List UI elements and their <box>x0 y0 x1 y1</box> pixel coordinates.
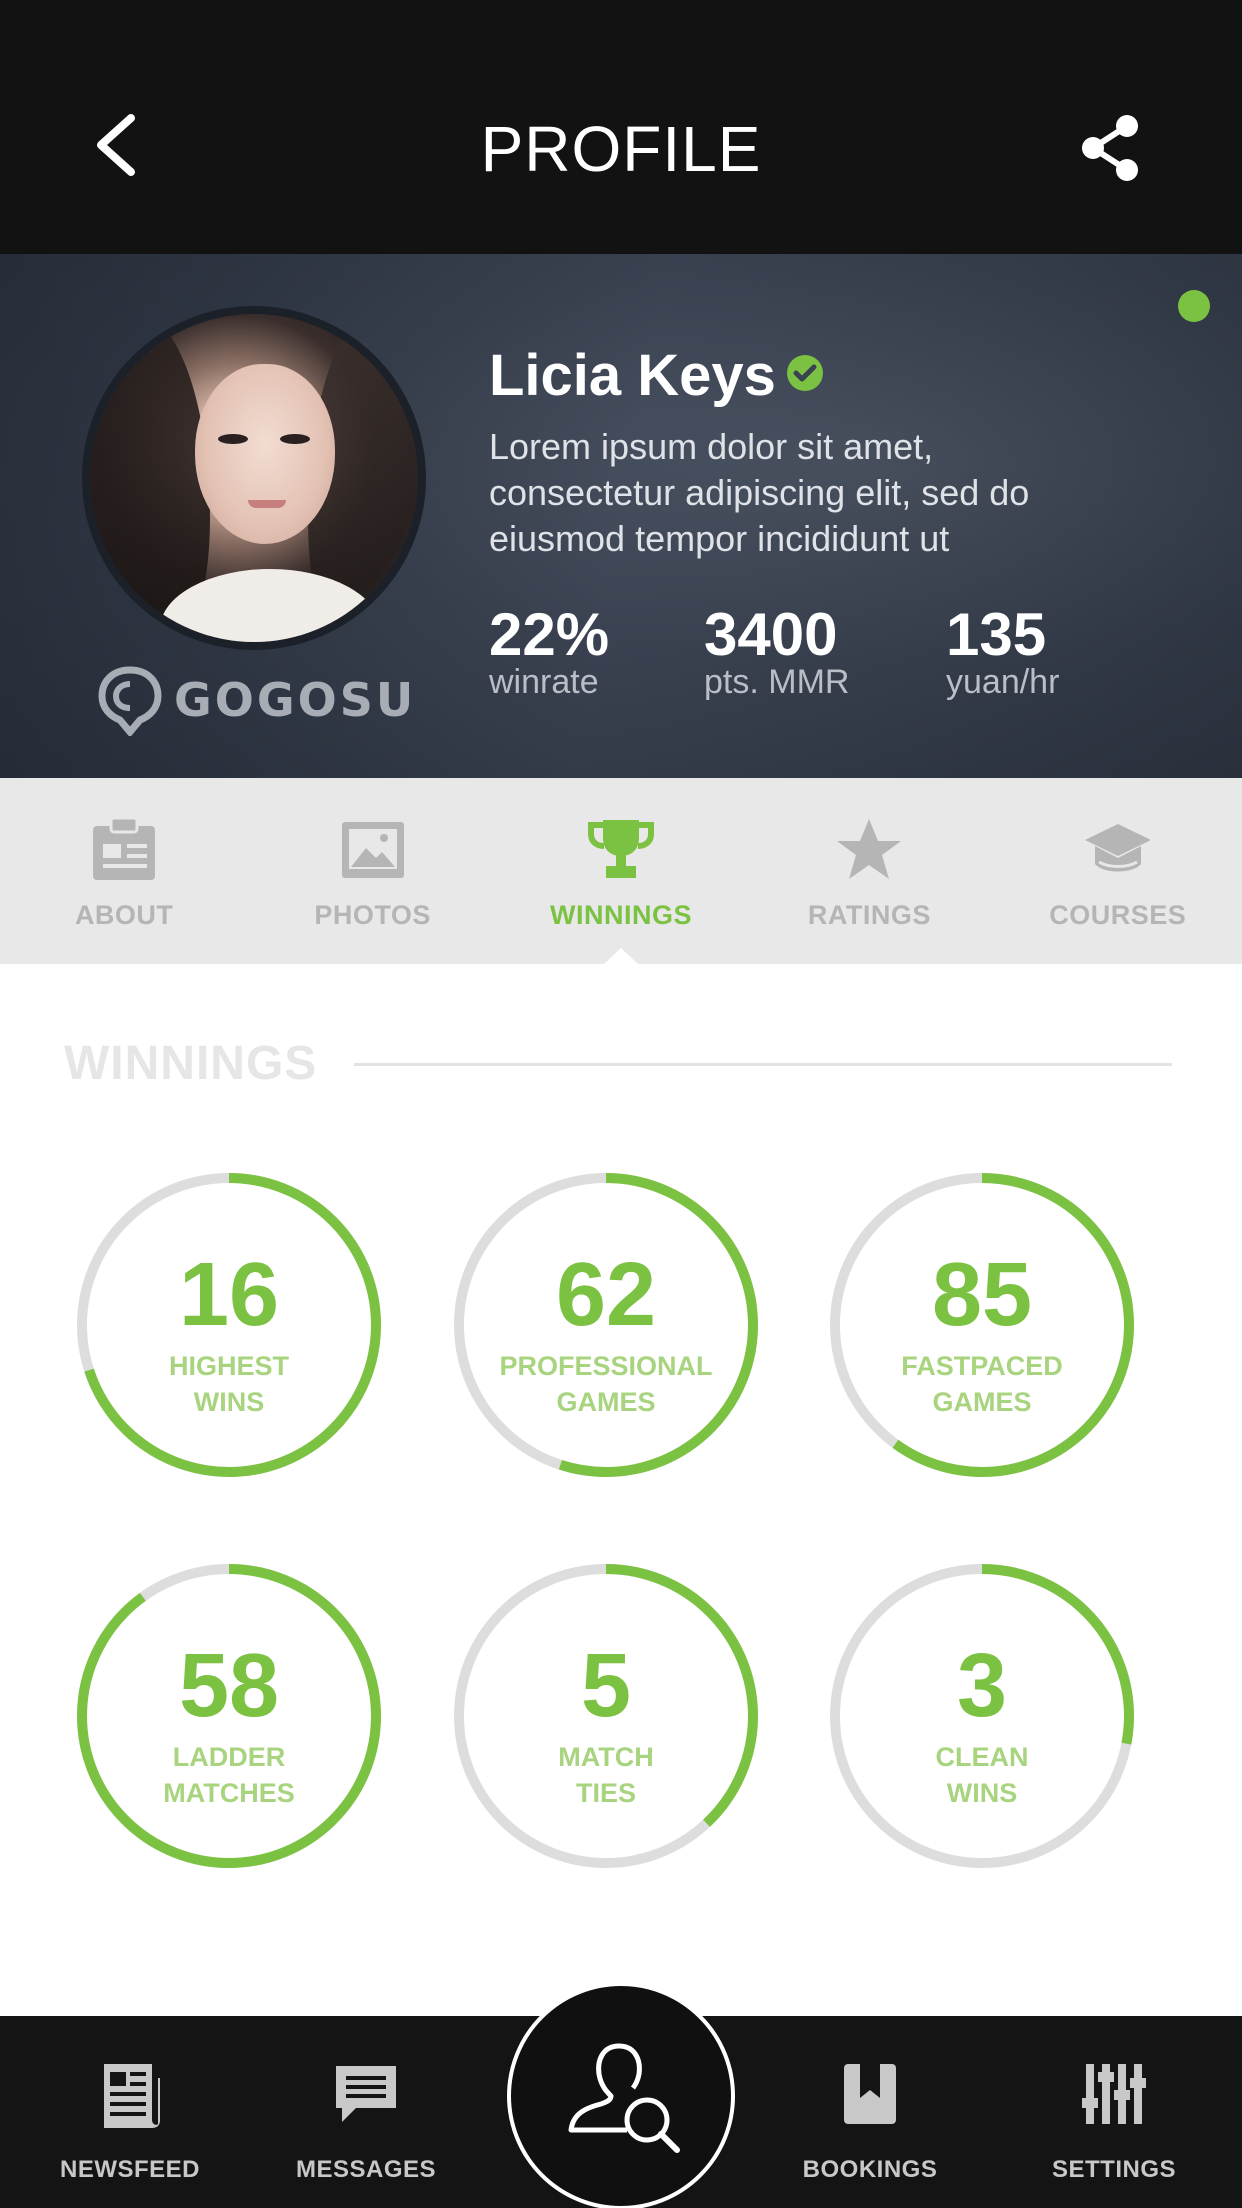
tab-photos[interactable]: PHOTOS <box>248 778 496 964</box>
stat-value: 3400 <box>704 601 838 668</box>
winnings-caption: PROFESSIONAL GAMES <box>499 1351 713 1417</box>
verified-badge-icon <box>787 355 823 391</box>
stat-mmr: 3400 pts. MMR <box>704 601 850 701</box>
winnings-value: 3 <box>956 1636 1008 1736</box>
find-player-button[interactable] <box>507 1982 735 2208</box>
tab-label: ABOUT <box>74 900 174 930</box>
winnings-value: 5 <box>580 1636 632 1736</box>
winnings-value: 58 <box>178 1636 280 1736</box>
nav-newsfeed[interactable]: NEWSFEED <box>6 2016 254 2208</box>
stat-winrate: 22% winrate <box>489 601 610 701</box>
nav-bookings[interactable]: BOOKINGS <box>746 2016 994 2208</box>
profile-tabs: ABOUT PHOTOS WINNINGS RATINGS COURSES <box>0 778 1242 964</box>
winnings-ring-match-ties: 5 MATCH TIES <box>451 1561 761 1871</box>
tab-label: RATINGS <box>807 900 931 930</box>
graduation-cap-icon <box>1084 824 1151 872</box>
stat-rate: 135 yuan/hr <box>946 601 1060 701</box>
stat-label: pts. MMR <box>704 663 850 701</box>
chat-icon <box>336 2066 396 2122</box>
tab-courses[interactable]: COURSES <box>994 778 1242 964</box>
stat-label: yuan/hr <box>946 663 1060 701</box>
winnings-ring-ladder-matches: 58 LADDER MATCHES <box>74 1561 384 1871</box>
winnings-caption: HIGHEST WINS <box>168 1351 289 1417</box>
clipboard-icon <box>93 816 156 880</box>
nav-settings[interactable]: SETTINGS <box>990 2016 1238 2208</box>
user-search-icon <box>568 2043 680 2153</box>
winnings-value: 62 <box>555 1245 657 1345</box>
share-button[interactable] <box>1075 112 1147 184</box>
winnings-ring-clean-wins: 3 CLEAN WINS <box>827 1561 1137 1871</box>
bookmark-icon <box>844 2064 896 2124</box>
brand-name: GOGOSU <box>174 673 417 727</box>
nav-label: SETTINGS <box>1051 2156 1176 2183</box>
tab-about[interactable]: ABOUT <box>0 778 248 964</box>
gogosu-logo-icon <box>98 666 162 736</box>
winnings-caption: MATCH TIES <box>558 1742 654 1808</box>
star-icon <box>837 819 902 879</box>
stat-label: winrate <box>489 663 599 701</box>
nav-label: BOOKINGS <box>802 2156 938 2183</box>
tab-label: COURSES <box>1049 900 1187 930</box>
trophy-icon <box>587 820 654 878</box>
nav-label: NEWSFEED <box>59 2156 200 2183</box>
winnings-value: 16 <box>178 1245 280 1345</box>
tab-label: WINNINGS <box>549 900 692 930</box>
section-divider <box>354 1063 1172 1066</box>
winnings-value: 85 <box>931 1245 1033 1345</box>
top-bar: PROFILE <box>0 0 1242 254</box>
active-tab-pointer <box>603 948 639 965</box>
brand-logo: GOGOSU <box>96 664 416 736</box>
sliders-icon <box>1082 2064 1146 2124</box>
online-status-indicator <box>1178 290 1210 322</box>
winnings-caption: LADDER MATCHES <box>163 1742 295 1808</box>
newspaper-icon <box>104 2064 160 2128</box>
nav-label: MESSAGES <box>295 2156 437 2183</box>
winnings-caption: FASTPACED GAMES <box>901 1351 1063 1417</box>
tab-label: PHOTOS <box>314 900 431 930</box>
user-bio: Lorem ipsum dolor sit amet, consectetur … <box>489 426 1030 559</box>
page-title: PROFILE <box>480 113 762 185</box>
winnings-ring-fastpaced-games: 85 FASTPACED GAMES <box>827 1170 1137 1480</box>
winnings-caption: CLEAN WINS <box>935 1742 1029 1808</box>
avatar[interactable] <box>82 306 426 650</box>
nav-messages[interactable]: MESSAGES <box>242 2016 490 2208</box>
stat-value: 22% <box>489 601 610 668</box>
share-icon <box>1082 115 1138 181</box>
user-name: Licia Keys <box>489 343 776 408</box>
section-title: WINNINGS <box>64 1037 318 1090</box>
profile-header: GOGOSU Licia Keys Lorem ipsum dolor sit … <box>0 254 1242 778</box>
winnings-ring-highest-wins: 16 HIGHEST WINS <box>74 1170 384 1480</box>
winnings-ring-professional-games: 62 PROFESSIONAL GAMES <box>451 1170 761 1480</box>
tab-winnings[interactable]: WINNINGS <box>497 778 745 964</box>
tab-ratings[interactable]: RATINGS <box>745 778 993 964</box>
stat-value: 135 <box>946 601 1047 668</box>
photo-icon <box>341 822 404 878</box>
